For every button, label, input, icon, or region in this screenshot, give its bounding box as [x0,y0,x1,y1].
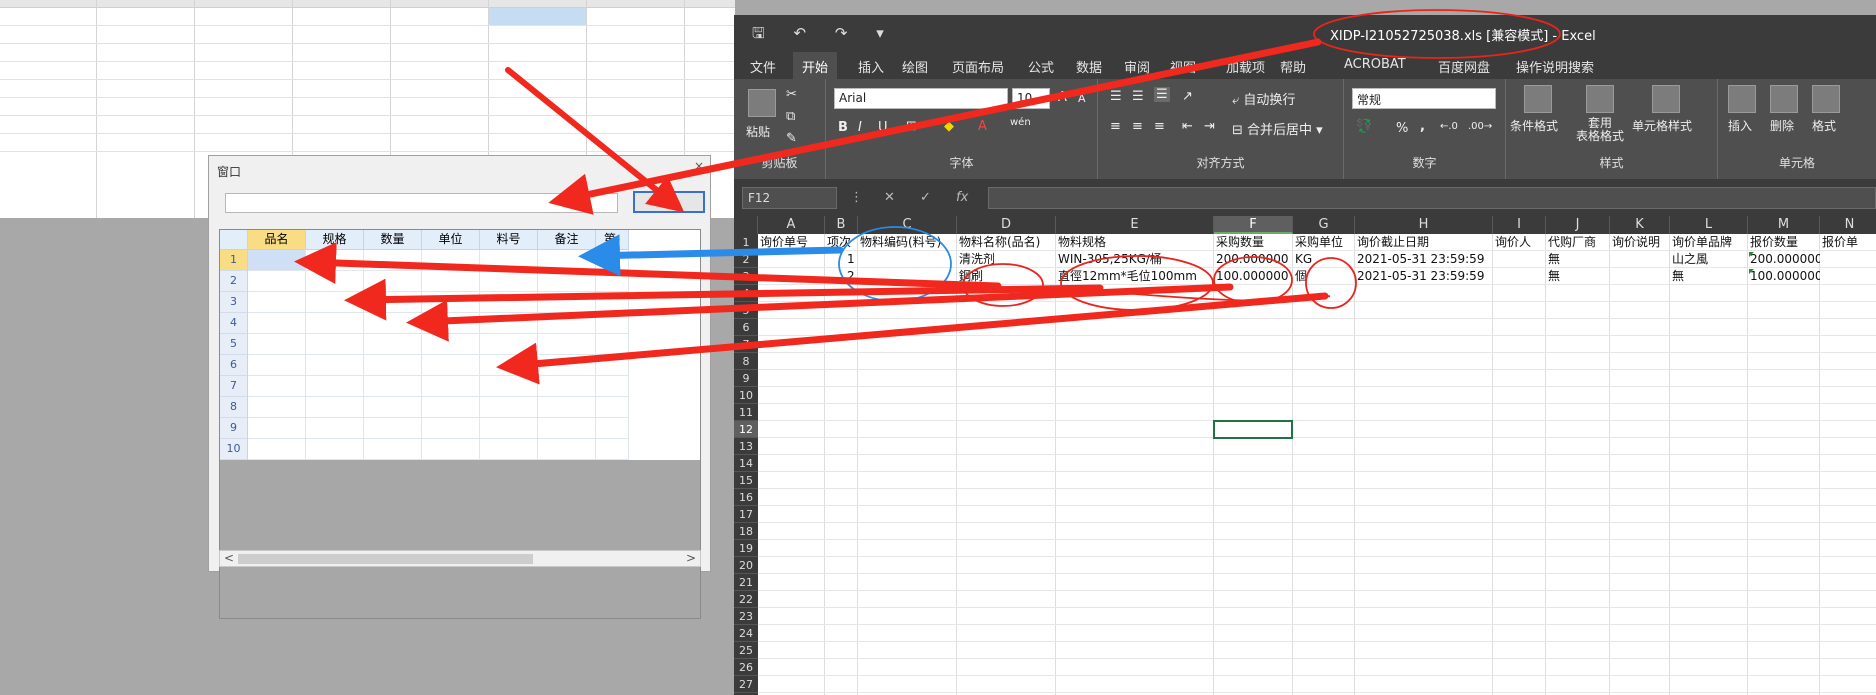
arrow-unit-to-column [496,292,1329,385]
arrow-title-to-search [548,38,1322,215]
quantity-circle [1213,256,1293,304]
annotation-overlay [294,9,1561,385]
arrow-to-import-button [505,67,685,213]
spec-circle [1060,255,1214,311]
title-circle [1313,9,1561,59]
arrow-code-to-column [578,234,844,277]
arrow-name-to-column [294,241,1002,290]
